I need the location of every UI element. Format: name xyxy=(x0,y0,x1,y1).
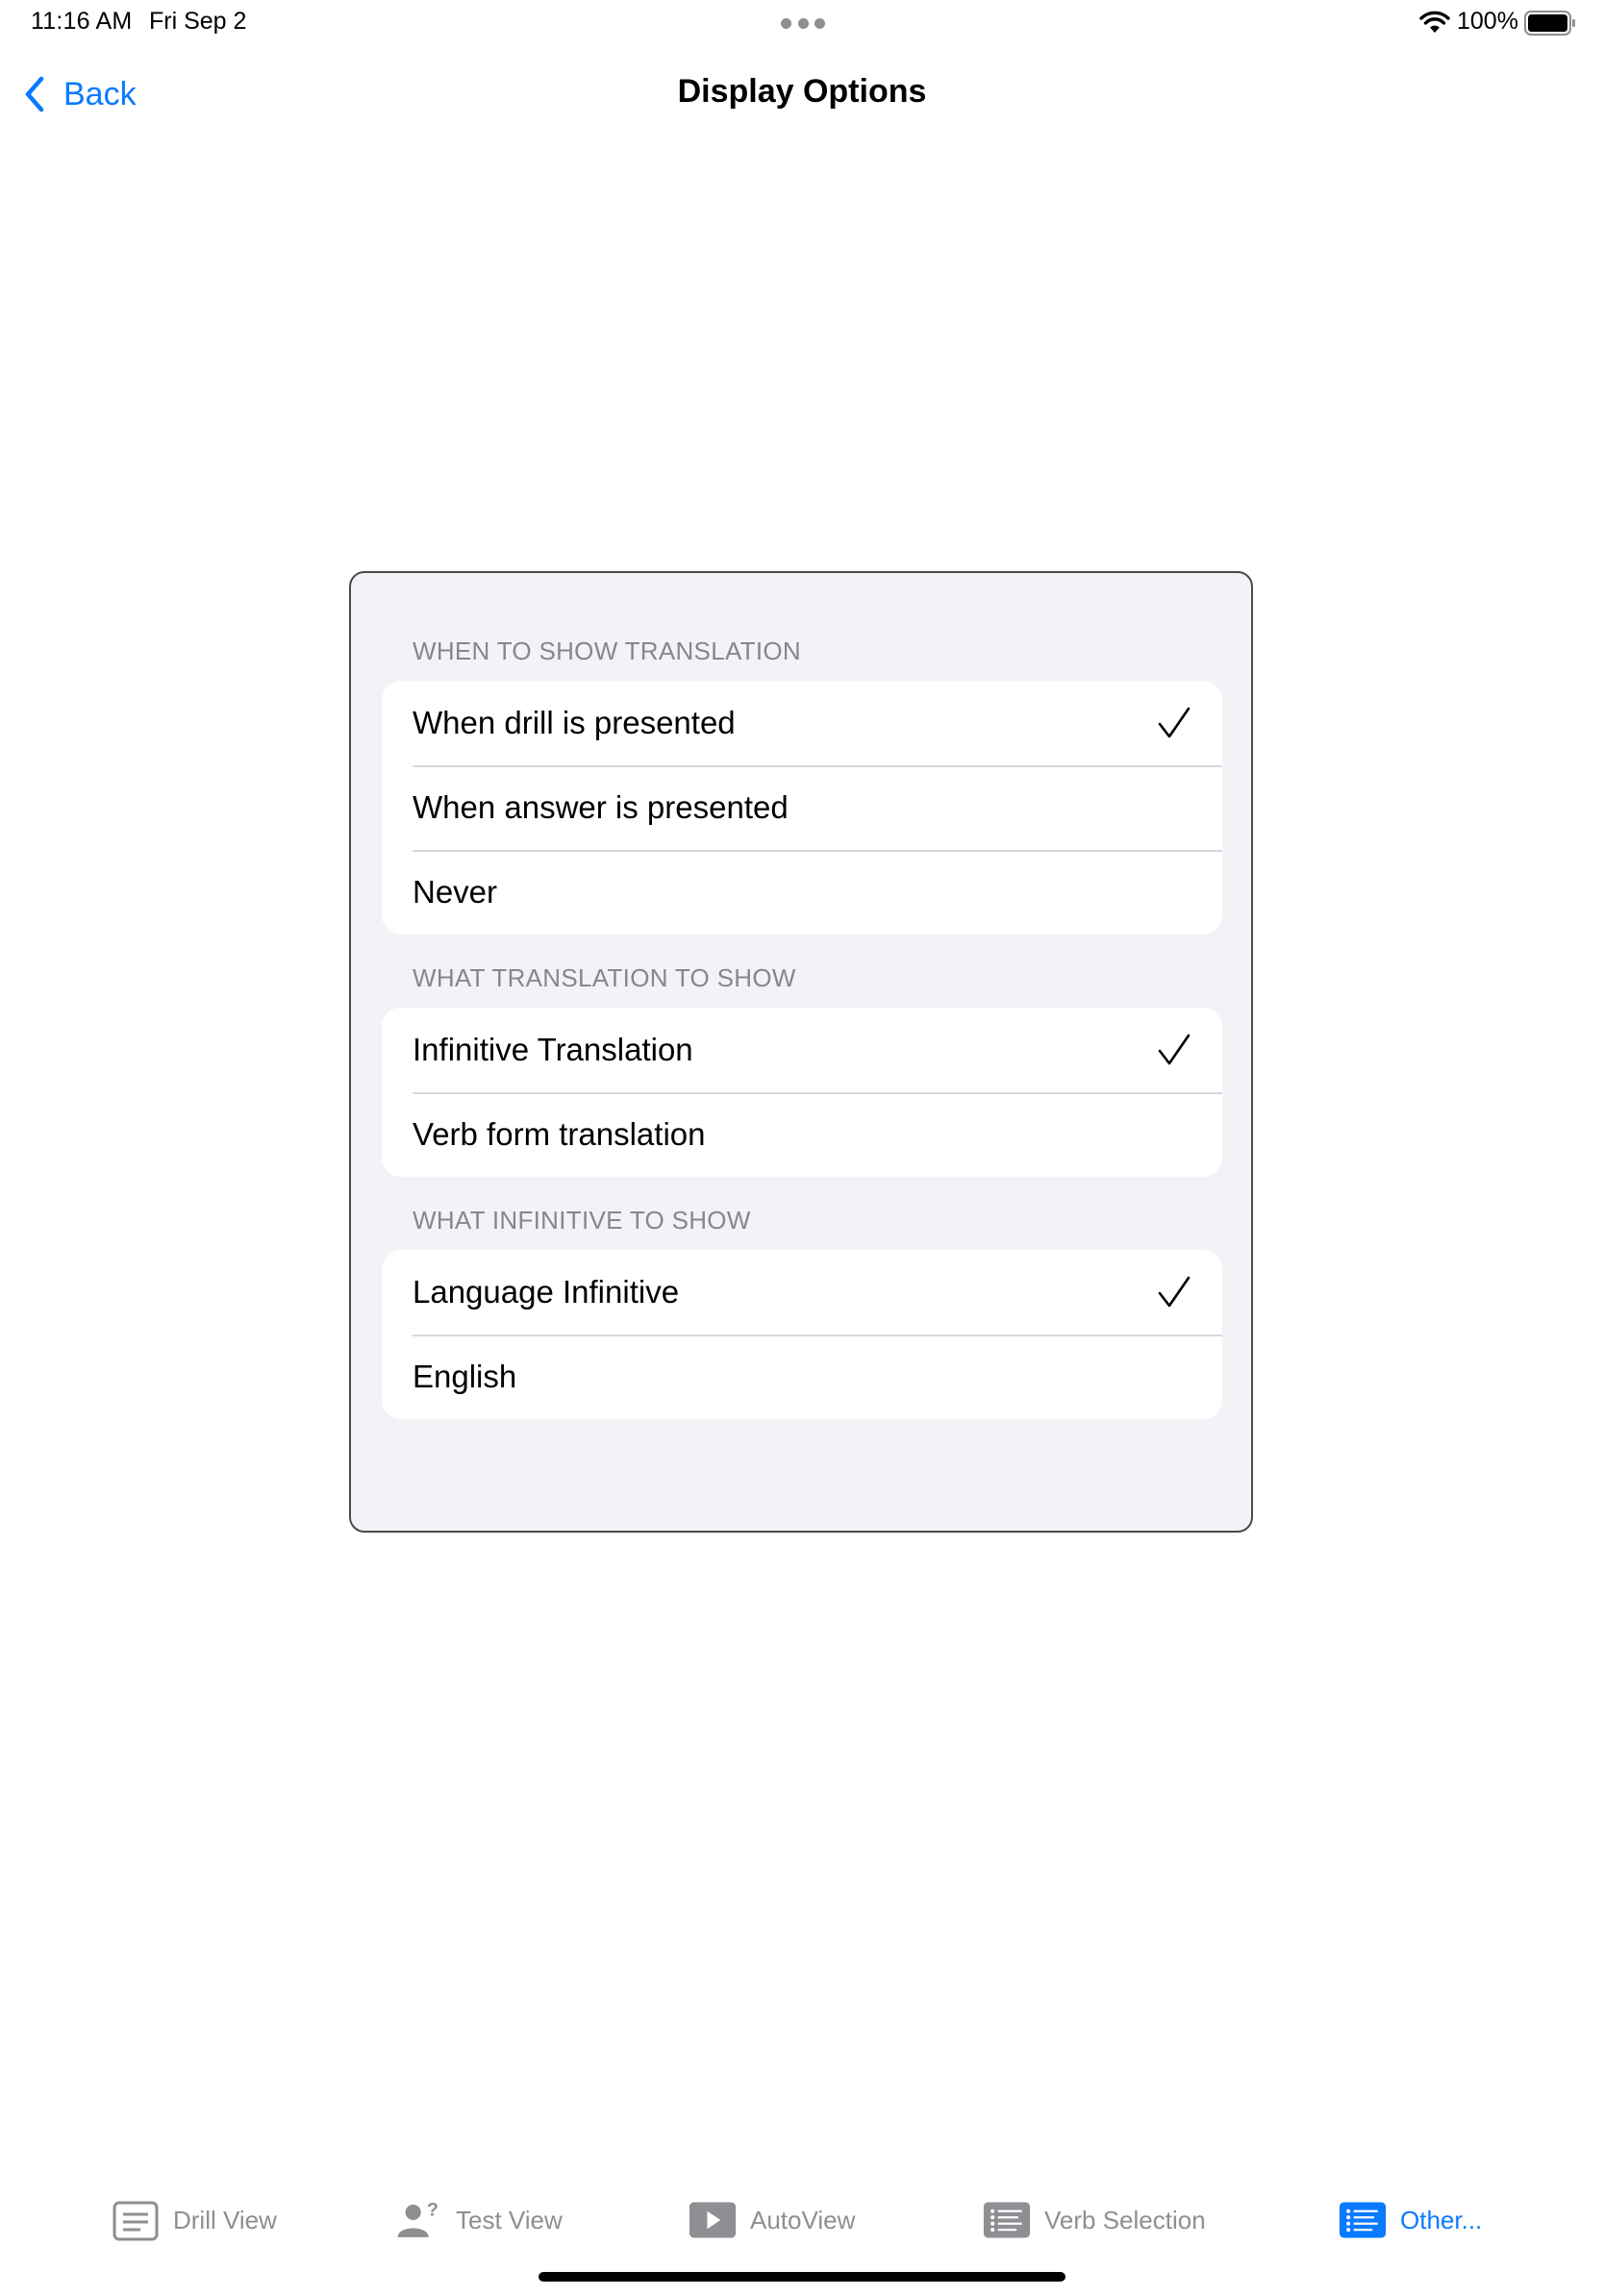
option-label: When answer is presented xyxy=(413,789,789,825)
section-header-what-infinitive: WHAT INFINITIVE TO SHOW xyxy=(413,1206,751,1235)
option-label: Verb form translation xyxy=(413,1116,706,1152)
list-icon xyxy=(1339,2202,1387,2238)
status-bar: 11:16 AM Fri Sep 2 100% xyxy=(0,0,1604,46)
tab-bar: Drill View ? Test View AutoView Verb Sel xyxy=(0,2177,1604,2263)
play-icon xyxy=(689,2202,737,2238)
status-date: Fri Sep 2 xyxy=(149,8,247,35)
tab-test-view[interactable]: ? Test View xyxy=(394,2196,563,2244)
wifi-icon xyxy=(1419,11,1450,33)
option-when-drill-presented[interactable]: When drill is presented xyxy=(382,681,1222,765)
home-indicator[interactable] xyxy=(539,2272,1065,2282)
tab-label: Verb Selection xyxy=(1044,2205,1206,2234)
section-header-what-translation: WHAT TRANSLATION TO SHOW xyxy=(413,963,796,992)
section-header-when-to-show: WHEN TO SHOW TRANSLATION xyxy=(413,636,801,665)
option-label: Never xyxy=(413,874,498,910)
display-options-panel: WHEN TO SHOW TRANSLATION When drill is p… xyxy=(349,571,1253,1533)
battery-percentage: 100% xyxy=(1457,8,1518,35)
tab-autoview[interactable]: AutoView xyxy=(689,2196,855,2244)
option-language-infinitive[interactable]: Language Infinitive xyxy=(382,1250,1222,1335)
tab-label: Test View xyxy=(456,2205,563,2234)
tab-label: AutoView xyxy=(750,2205,856,2234)
multitasking-dots-icon[interactable] xyxy=(781,17,825,29)
checkmark-icon xyxy=(1158,707,1190,738)
checkmark-icon xyxy=(1158,1034,1190,1065)
list-icon xyxy=(983,2202,1031,2238)
when-to-show-group: When drill is presented When answer is p… xyxy=(382,681,1222,935)
option-label: When drill is presented xyxy=(413,705,736,740)
svg-text:?: ? xyxy=(427,2200,439,2221)
checkmark-icon xyxy=(1158,1276,1190,1308)
option-label: English xyxy=(413,1359,517,1394)
tab-label: Drill View xyxy=(173,2205,277,2234)
option-label: Infinitive Translation xyxy=(413,1032,693,1067)
tab-label: Other... xyxy=(1400,2205,1483,2234)
option-english[interactable]: English xyxy=(382,1335,1222,1419)
option-when-answer-presented[interactable]: When answer is presented xyxy=(382,765,1222,850)
tab-verb-selection[interactable]: Verb Selection xyxy=(983,2196,1206,2244)
battery-icon xyxy=(1524,11,1575,36)
page-title: Display Options xyxy=(677,73,927,110)
option-infinitive-translation[interactable]: Infinitive Translation xyxy=(382,1008,1222,1092)
option-label: Language Infinitive xyxy=(413,1274,680,1310)
status-time: 11:16 AM xyxy=(31,8,133,35)
test-view-icon: ? xyxy=(397,2200,439,2237)
what-infinitive-group: Language Infinitive English xyxy=(382,1250,1222,1419)
drill-view-icon xyxy=(113,2201,159,2241)
option-never[interactable]: Never xyxy=(382,850,1222,935)
what-translation-group: Infinitive Translation Verb form transla… xyxy=(382,1008,1222,1177)
tab-other[interactable]: Other... xyxy=(1339,2196,1482,2244)
tab-drill-view[interactable]: Drill View xyxy=(112,2196,277,2244)
option-verb-form-translation[interactable]: Verb form translation xyxy=(382,1092,1222,1177)
